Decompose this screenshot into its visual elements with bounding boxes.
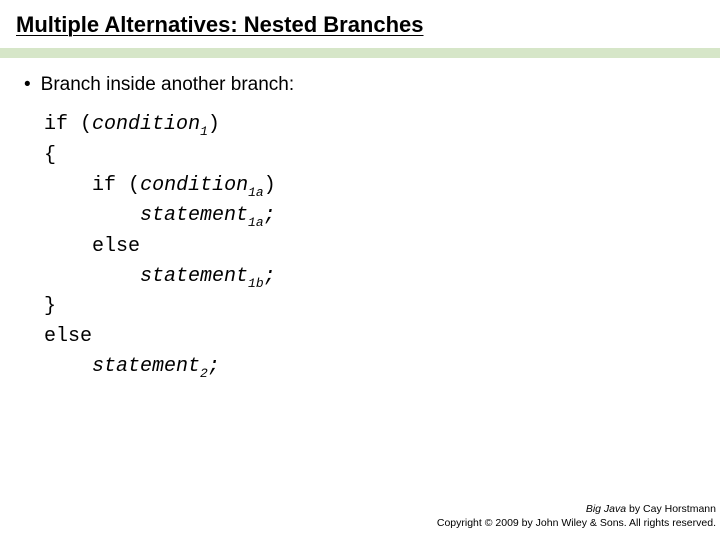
bullet-item: • Branch inside another branch:: [24, 74, 696, 96]
code-line-5: else: [44, 232, 696, 262]
code-line-1: if (condition1): [44, 110, 696, 141]
byline: by Cay Horstmann: [626, 503, 716, 515]
code-line-3: if (condition1a): [44, 171, 696, 202]
code-line-7: }: [44, 292, 696, 322]
book-title: Big Java: [586, 503, 626, 515]
bullet-dot-icon: •: [24, 74, 31, 96]
code-block: if (condition1) { if (condition1a) state…: [24, 110, 696, 383]
slide-title: Multiple Alternatives: Nested Branches: [0, 0, 720, 46]
code-line-9: statement2;: [44, 352, 696, 383]
content-area: • Branch inside another branch: if (cond…: [0, 58, 720, 383]
code-line-2: {: [44, 141, 696, 171]
bullet-text: Branch inside another branch:: [41, 74, 295, 96]
divider-bar: [0, 48, 720, 58]
footer: Big Java by Cay Horstmann Copyright © 20…: [437, 502, 716, 530]
code-line-8: else: [44, 322, 696, 352]
footer-line-1: Big Java by Cay Horstmann: [437, 502, 716, 516]
footer-line-2: Copyright © 2009 by John Wiley & Sons. A…: [437, 516, 716, 530]
code-line-6: statement1b;: [44, 262, 696, 293]
code-line-4: statement1a;: [44, 201, 696, 232]
